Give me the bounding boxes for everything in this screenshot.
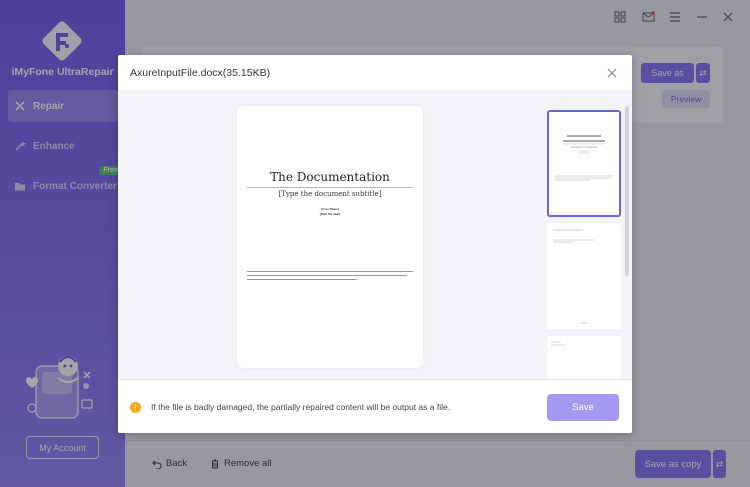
save-button[interactable]: Save <box>547 394 619 421</box>
body-text-line <box>247 271 413 273</box>
body-text-line <box>247 275 407 277</box>
thumbnail-page-3[interactable] <box>547 336 621 380</box>
document-preview-area[interactable]: The Documentation [Type the document sub… <box>118 92 632 380</box>
document-page: The Documentation [Type the document sub… <box>237 106 423 368</box>
thumbnail-page-2[interactable] <box>547 223 621 329</box>
document-date: [Pick the date] <box>319 212 341 216</box>
page-thumbnails[interactable] <box>545 105 623 380</box>
preview-dialog: AxureInputFile.docx(35.15KB) The Documen… <box>118 55 632 433</box>
repair-notice: If the file is badly damaged, the partia… <box>151 402 451 412</box>
document-title: The Documentation <box>270 170 390 184</box>
close-icon[interactable] <box>604 65 620 81</box>
dialog-title: AxureInputFile.docx(35.15KB) <box>130 67 271 79</box>
body-text-line <box>247 279 357 281</box>
dialog-header: AxureInputFile.docx(35.15KB) <box>118 55 632 92</box>
dialog-footer: ! If the file is badly damaged, the part… <box>118 379 632 433</box>
warning-icon: ! <box>130 402 141 413</box>
thumbnail-scrollbar[interactable] <box>625 106 629 276</box>
thumbnail-page-1[interactable] <box>547 110 621 217</box>
title-rule <box>247 187 413 188</box>
document-author: [User Name] <box>321 207 339 211</box>
document-subtitle: [Type the document subtitle] <box>278 190 382 198</box>
